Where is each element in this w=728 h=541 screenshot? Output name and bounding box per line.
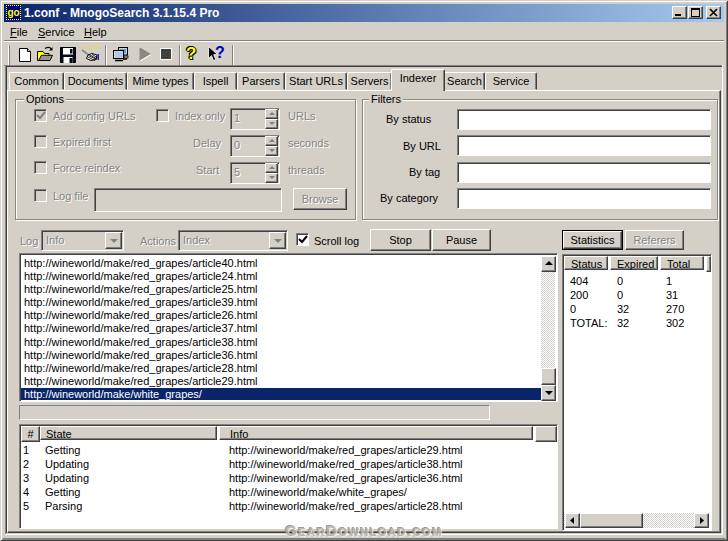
- svg-text:?: ?: [215, 45, 225, 61]
